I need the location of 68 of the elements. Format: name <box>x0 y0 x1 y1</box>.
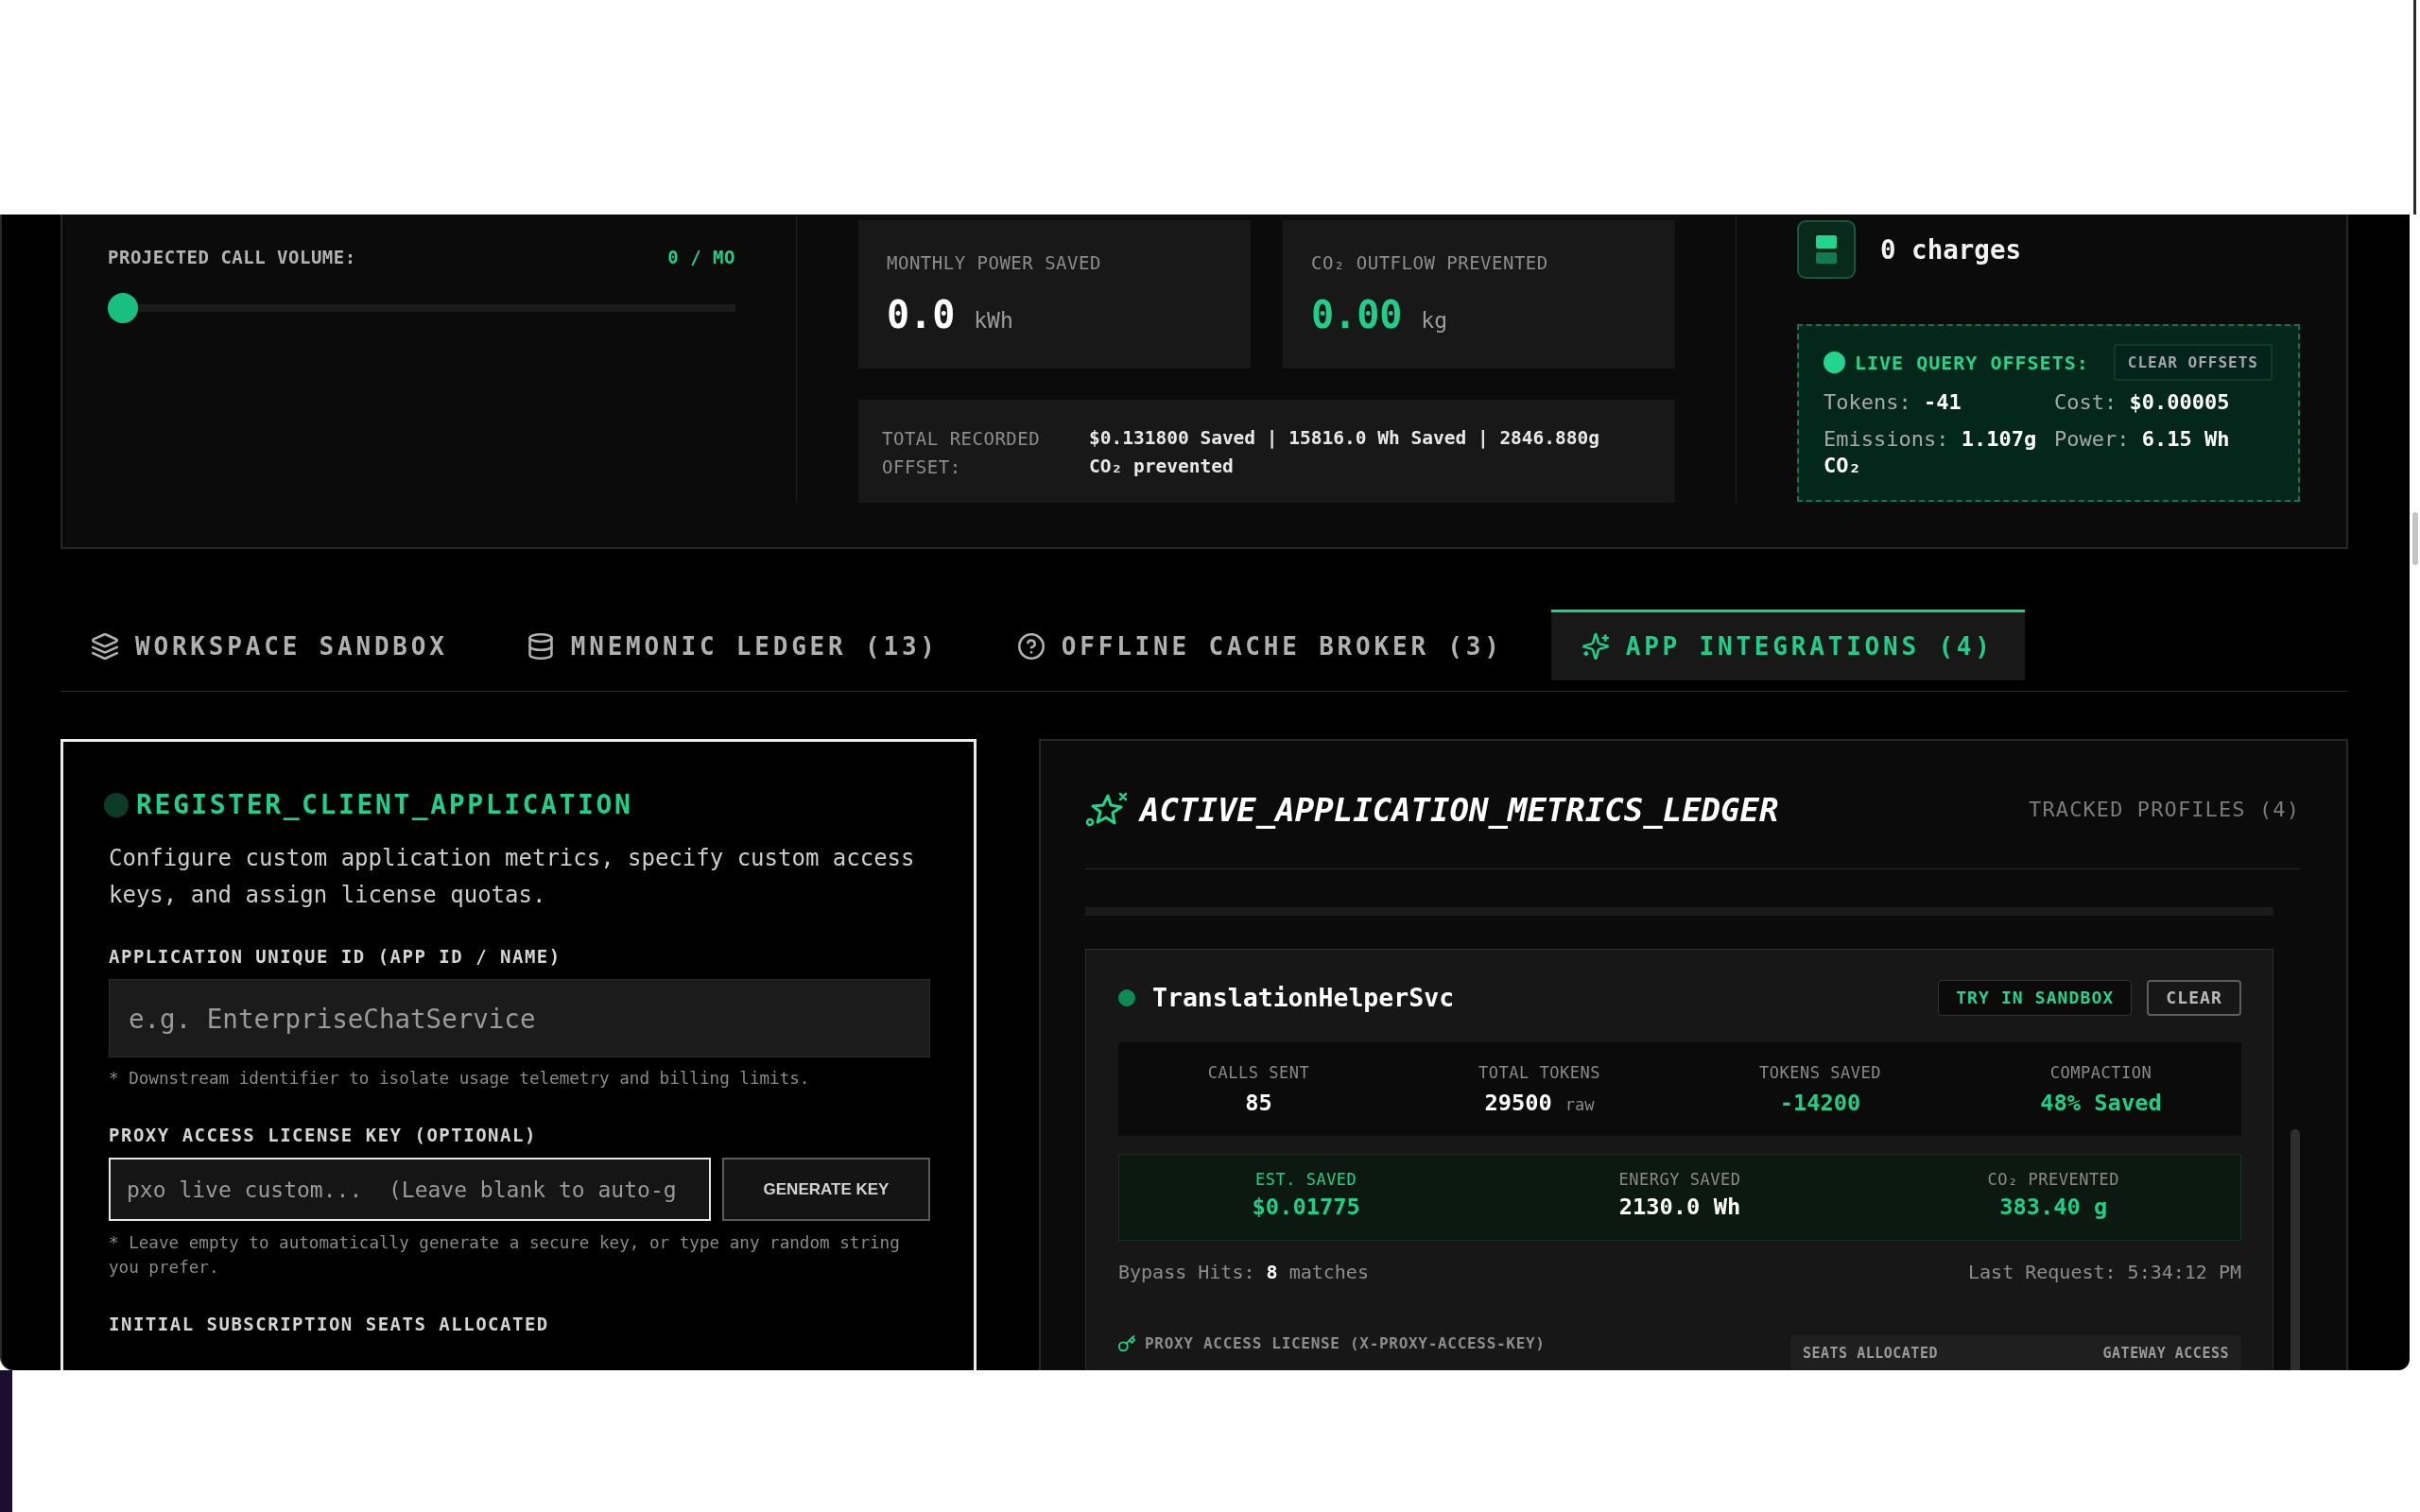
panel-title: REGISTER_CLIENT_APPLICATION <box>136 789 633 821</box>
slider-thumb[interactable] <box>108 293 138 323</box>
metric-value: 2130.0 Wh <box>1618 1194 1741 1220</box>
tile-icon <box>1797 220 1856 279</box>
action-button[interactable]: TRY IN SANDBOX <box>1938 980 2133 1016</box>
stat-label: CO₂ OUTFLOW PREVENTED <box>1311 251 1549 274</box>
scrollbar-thumb[interactable] <box>2413 0 2416 215</box>
total-offset-label: TOTAL RECORDED OFFSET: <box>882 427 1042 479</box>
metric-label: TOKENS SAVED <box>1758 1062 1882 1083</box>
metric-label: TOTAL TOKENS <box>1478 1062 1601 1083</box>
stat-label: MONTHLY POWER SAVED <box>887 251 1102 274</box>
help-icon <box>1017 633 1045 660</box>
metric-value: -14200 <box>1779 1090 1861 1116</box>
metric-unit: raw <box>1564 1095 1595 1114</box>
app-name: TranslationHelperSvc <box>1152 983 1455 1013</box>
field-hint: * Leave empty to automatically generate a secure key, or type any random string you prefer. <box>109 1232 901 1279</box>
slider-label: PROJECTED CALL VOLUME: <box>108 246 356 268</box>
key-icon <box>1118 1335 1135 1352</box>
profile-count: TRACKED PROFILES (4) <box>2029 797 2300 823</box>
metric-value: 383.40 g <box>1999 1194 2108 1220</box>
live-offsets-title: LIVE QUERY OFFSETS: <box>1855 351 2089 374</box>
slider-reading: 0 / MO <box>667 246 735 268</box>
column-header: SEATS ALLOCATED <box>1803 1344 1938 1362</box>
panel-title: ACTIVE_APPLICATION_METRICS_LEDGER <box>1140 790 1779 830</box>
sparkles-icon <box>1582 633 1609 660</box>
database-icon <box>527 633 554 660</box>
license-label: PROXY ACCESS LICENSE (X-PROXY-ACCESS-KEY) <box>1145 1335 1546 1352</box>
tab[interactable]: MNEMONIC LEDGER (13) <box>495 610 970 680</box>
metric-label: ENERGY SAVED <box>1617 1169 1742 1190</box>
charges-count: 0 charges <box>1880 233 2021 266</box>
field-label: PROXY ACCESS LICENSE KEY (OPTIONAL) <box>109 1124 538 1146</box>
scrollbar-thumb[interactable] <box>2412 512 2418 565</box>
sparkle-icon <box>1085 791 1127 829</box>
field-hint: * Downstream identifier to isolate usage telemetry and billing limits. <box>109 1068 811 1090</box>
stat-unit: kg <box>1421 308 1448 335</box>
offset-reading: Cost: $0.00005 <box>2054 389 2231 416</box>
metric-value: 29500 <box>1484 1090 1552 1116</box>
last-request: Last Request: 5:34:12 PM <box>1968 1260 2241 1285</box>
tab[interactable]: APP INTEGRATIONS (4) <box>1550 610 2025 680</box>
layers-icon <box>92 633 118 660</box>
bypass-hits: Bypass Hits: 8 matches <box>1118 1260 1369 1285</box>
offset-reading: Emissions: 1.107g CO₂ <box>1824 426 2038 479</box>
field-label: APPLICATION UNIQUE ID (APP ID / NAME) <box>109 945 562 968</box>
metric-label: CALLS SENT <box>1206 1062 1311 1083</box>
dot-icon <box>104 793 129 817</box>
metric-label: COMPACTION <box>2048 1062 2153 1083</box>
metric-value: 85 <box>1245 1090 1272 1116</box>
column-header: GATEWAY ACCESS <box>2102 1344 2229 1362</box>
metric-label: CO₂ PREVENTED <box>1986 1169 2121 1190</box>
stat-value: 0.00 <box>1311 292 1403 337</box>
input-field[interactable]: e.g. EnterpriseChatService <box>109 979 930 1057</box>
scrollbar-thumb[interactable] <box>2290 1129 2300 1370</box>
stat-unit: kWh <box>974 308 1013 335</box>
field-label: INITIAL SUBSCRIPTION SEATS ALLOCATED <box>109 1313 550 1335</box>
tab[interactable]: WORKSPACE SANDBOX <box>60 610 479 680</box>
tab[interactable]: OFFLINE CACHE BROKER (3) <box>986 610 1534 680</box>
metric-value: $0.01775 <box>1252 1194 1360 1220</box>
generate-key-button[interactable]: GENERATE KEY <box>722 1158 930 1221</box>
offset-reading: Tokens: -41 <box>1824 389 1962 416</box>
offset-reading: Power: 6.15 Wh <box>2054 426 2231 453</box>
metric-label: EST. SAVED <box>1254 1169 1358 1190</box>
panel-description: Configure custom application metrics, specify custom access keys, and assign license quotas. <box>109 844 916 910</box>
metric-value: 48% Saved <box>2040 1090 2162 1116</box>
clear-offsets-button[interactable]: CLEAR OFFSETS <box>2113 344 2273 381</box>
status-dot-icon <box>1824 352 1845 373</box>
total-offset-value: $0.131800 Saved | 15816.0 Wh Saved | 2846.880g CO₂ prevented <box>1089 426 1601 479</box>
action-button[interactable]: CLEAR <box>2147 980 2241 1016</box>
stat-value: 0.0 <box>887 292 956 337</box>
